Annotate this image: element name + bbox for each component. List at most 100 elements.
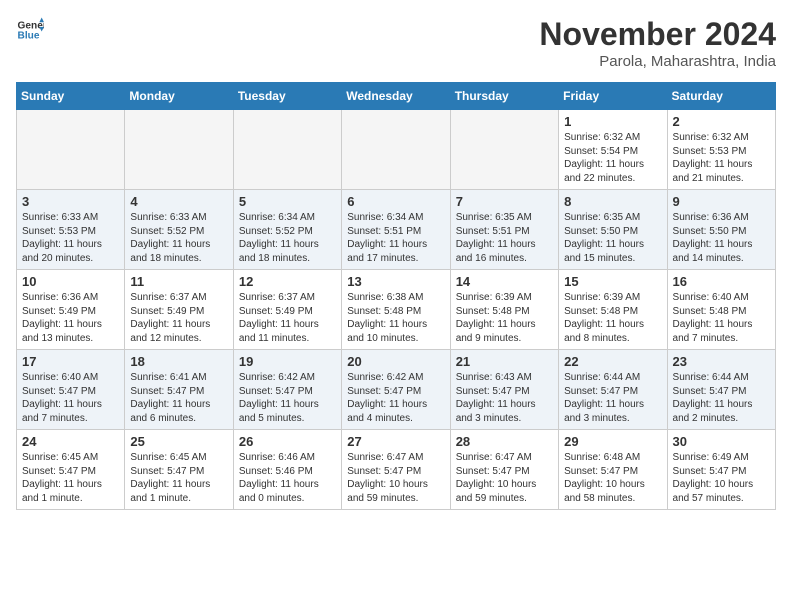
calendar-header-row: SundayMondayTuesdayWednesdayThursdayFrid… [17, 83, 776, 110]
calendar-cell: 6 Sunrise: 6:34 AM Sunset: 5:51 PM Daylig… [342, 190, 450, 270]
calendar-cell: 30Sunrise: 6:49 AM Sunset: 5:47 PM Dayli… [667, 430, 775, 510]
day-info: Sunrise: 6:43 AM Sunset: 5:47 PM Dayligh… [456, 371, 553, 425]
day-number: 4 [130, 194, 227, 209]
day-number: 28 [456, 434, 553, 449]
calendar-cell: 29 Sunrise: 6:48 AM Sunset: 5:47 PM Dayli… [559, 430, 667, 510]
calendar-cell: 24 Sunrise: 6:45 AM Sunset: 5:47 PM Dayli… [17, 430, 125, 510]
day-number: 25 [130, 434, 227, 449]
day-info: Sunrise: 6:32 AM Sunset: 5:54 PM Dayligh… [564, 131, 661, 185]
day-info: Sunrise: 6:36 AM Sunset: 5:49 PM Dayligh… [22, 291, 119, 345]
day-number: 29 [564, 434, 661, 449]
calendar-cell [450, 110, 558, 190]
calendar-cell: 18 Sunrise: 6:41 AM Sunset: 5:47 PM Dayli… [125, 350, 233, 430]
calendar-cell [17, 110, 125, 190]
weekday-header-friday: Friday [559, 83, 667, 110]
calendar-cell [125, 110, 233, 190]
title-block: November 2024 Parola, Maharashtra, India [539, 16, 776, 70]
day-number: 24 [22, 434, 119, 449]
calendar-cell: 27Sunrise: 6:47 AM Sunset: 5:47 PM Dayli… [342, 430, 450, 510]
calendar-cell: 10 Sunrise: 6:36 AM Sunset: 5:49 PM Dayli… [17, 270, 125, 350]
day-number: 16 [673, 274, 770, 289]
calendar-week-2: 3 Sunrise: 6:33 AM Sunset: 5:53 PM Daylig… [17, 190, 776, 270]
day-number: 1 [564, 114, 661, 129]
calendar-cell: 14 Sunrise: 6:39 AM Sunset: 5:48 PM Dayli… [450, 270, 558, 350]
day-info: Sunrise: 6:38 AM Sunset: 5:48 PM Dayligh… [347, 291, 444, 345]
day-info: Sunrise: 6:36 AM Sunset: 5:50 PM Dayligh… [673, 211, 770, 265]
day-info: Sunrise: 6:45 AM Sunset: 5:47 PM Dayligh… [22, 451, 119, 505]
day-info: Sunrise: 6:41 AM Sunset: 5:47 PM Dayligh… [130, 371, 227, 425]
day-info: Sunrise: 6:32 AM Sunset: 5:53 PM Dayligh… [673, 131, 770, 185]
month-title: November 2024 [539, 16, 776, 53]
calendar-cell: 17 Sunrise: 6:40 AM Sunset: 5:47 PM Dayli… [17, 350, 125, 430]
day-info: Sunrise: 6:35 AM Sunset: 5:51 PM Dayligh… [456, 211, 553, 265]
calendar-cell: 7 Sunrise: 6:35 AM Sunset: 5:51 PM Daylig… [450, 190, 558, 270]
calendar-cell: 2Sunrise: 6:32 AM Sunset: 5:53 PM Daylig… [667, 110, 775, 190]
calendar-cell [342, 110, 450, 190]
day-info: Sunrise: 6:39 AM Sunset: 5:48 PM Dayligh… [456, 291, 553, 345]
day-number: 12 [239, 274, 336, 289]
day-number: 18 [130, 354, 227, 369]
calendar-cell: 25 Sunrise: 6:45 AM Sunset: 5:47 PM Dayli… [125, 430, 233, 510]
day-number: 21 [456, 354, 553, 369]
calendar-cell: 11 Sunrise: 6:37 AM Sunset: 5:49 PM Dayli… [125, 270, 233, 350]
day-number: 9 [673, 194, 770, 209]
calendar-cell: 19Sunrise: 6:42 AM Sunset: 5:47 PM Dayli… [233, 350, 341, 430]
calendar-cell: 26 Sunrise: 6:46 AM Sunset: 5:46 PM Dayli… [233, 430, 341, 510]
calendar-cell: 28Sunrise: 6:47 AM Sunset: 5:47 PM Dayli… [450, 430, 558, 510]
calendar-cell: 12 Sunrise: 6:37 AM Sunset: 5:49 PM Dayli… [233, 270, 341, 350]
calendar-cell: 8Sunrise: 6:35 AM Sunset: 5:50 PM Daylig… [559, 190, 667, 270]
day-number: 13 [347, 274, 444, 289]
svg-text:Blue: Blue [18, 31, 40, 42]
day-number: 11 [130, 274, 227, 289]
day-info: Sunrise: 6:46 AM Sunset: 5:46 PM Dayligh… [239, 451, 336, 505]
logo-icon: General Blue [16, 16, 44, 44]
day-info: Sunrise: 6:34 AM Sunset: 5:51 PM Dayligh… [347, 211, 444, 265]
calendar-cell: 20 Sunrise: 6:42 AM Sunset: 5:47 PM Dayli… [342, 350, 450, 430]
calendar-cell: 1 Sunrise: 6:32 AM Sunset: 5:54 PM Daylig… [559, 110, 667, 190]
calendar-cell: 4 Sunrise: 6:33 AM Sunset: 5:52 PM Daylig… [125, 190, 233, 270]
calendar-cell: 16 Sunrise: 6:40 AM Sunset: 5:48 PM Dayli… [667, 270, 775, 350]
calendar-week-4: 17 Sunrise: 6:40 AM Sunset: 5:47 PM Dayli… [17, 350, 776, 430]
day-number: 20 [347, 354, 444, 369]
day-info: Sunrise: 6:37 AM Sunset: 5:49 PM Dayligh… [130, 291, 227, 345]
day-info: Sunrise: 6:40 AM Sunset: 5:47 PM Dayligh… [22, 371, 119, 425]
calendar-cell [233, 110, 341, 190]
calendar-cell: 3 Sunrise: 6:33 AM Sunset: 5:53 PM Daylig… [17, 190, 125, 270]
day-number: 27 [347, 434, 444, 449]
day-number: 26 [239, 434, 336, 449]
weekday-header-tuesday: Tuesday [233, 83, 341, 110]
day-number: 10 [22, 274, 119, 289]
day-number: 22 [564, 354, 661, 369]
calendar-body: 1 Sunrise: 6:32 AM Sunset: 5:54 PM Daylig… [17, 110, 776, 510]
page-header: General Blue November 2024 Parola, Mahar… [16, 16, 776, 70]
weekday-header-sunday: Sunday [17, 83, 125, 110]
day-number: 23 [673, 354, 770, 369]
day-info: Sunrise: 6:37 AM Sunset: 5:49 PM Dayligh… [239, 291, 336, 345]
day-info: Sunrise: 6:48 AM Sunset: 5:47 PM Dayligh… [564, 451, 661, 505]
day-info: Sunrise: 6:45 AM Sunset: 5:47 PM Dayligh… [130, 451, 227, 505]
calendar-cell: 5 Sunrise: 6:34 AM Sunset: 5:52 PM Daylig… [233, 190, 341, 270]
weekday-header-wednesday: Wednesday [342, 83, 450, 110]
day-number: 6 [347, 194, 444, 209]
day-info: Sunrise: 6:40 AM Sunset: 5:48 PM Dayligh… [673, 291, 770, 345]
day-number: 14 [456, 274, 553, 289]
calendar-cell: 21 Sunrise: 6:43 AM Sunset: 5:47 PM Dayli… [450, 350, 558, 430]
day-info: Sunrise: 6:44 AM Sunset: 5:47 PM Dayligh… [564, 371, 661, 425]
day-info: Sunrise: 6:33 AM Sunset: 5:53 PM Dayligh… [22, 211, 119, 265]
day-info: Sunrise: 6:42 AM Sunset: 5:47 PM Dayligh… [347, 371, 444, 425]
day-number: 17 [22, 354, 119, 369]
day-info: Sunrise: 6:35 AM Sunset: 5:50 PM Dayligh… [564, 211, 661, 265]
day-number: 15 [564, 274, 661, 289]
calendar-week-5: 24 Sunrise: 6:45 AM Sunset: 5:47 PM Dayli… [17, 430, 776, 510]
day-number: 19 [239, 354, 336, 369]
day-info: Sunrise: 6:33 AM Sunset: 5:52 PM Dayligh… [130, 211, 227, 265]
calendar-cell: 9 Sunrise: 6:36 AM Sunset: 5:50 PM Daylig… [667, 190, 775, 270]
day-number: 5 [239, 194, 336, 209]
location-subtitle: Parola, Maharashtra, India [539, 53, 776, 70]
day-info: Sunrise: 6:34 AM Sunset: 5:52 PM Dayligh… [239, 211, 336, 265]
day-number: 7 [456, 194, 553, 209]
day-number: 3 [22, 194, 119, 209]
day-info: Sunrise: 6:39 AM Sunset: 5:48 PM Dayligh… [564, 291, 661, 345]
calendar-week-1: 1 Sunrise: 6:32 AM Sunset: 5:54 PM Daylig… [17, 110, 776, 190]
day-number: 30 [673, 434, 770, 449]
